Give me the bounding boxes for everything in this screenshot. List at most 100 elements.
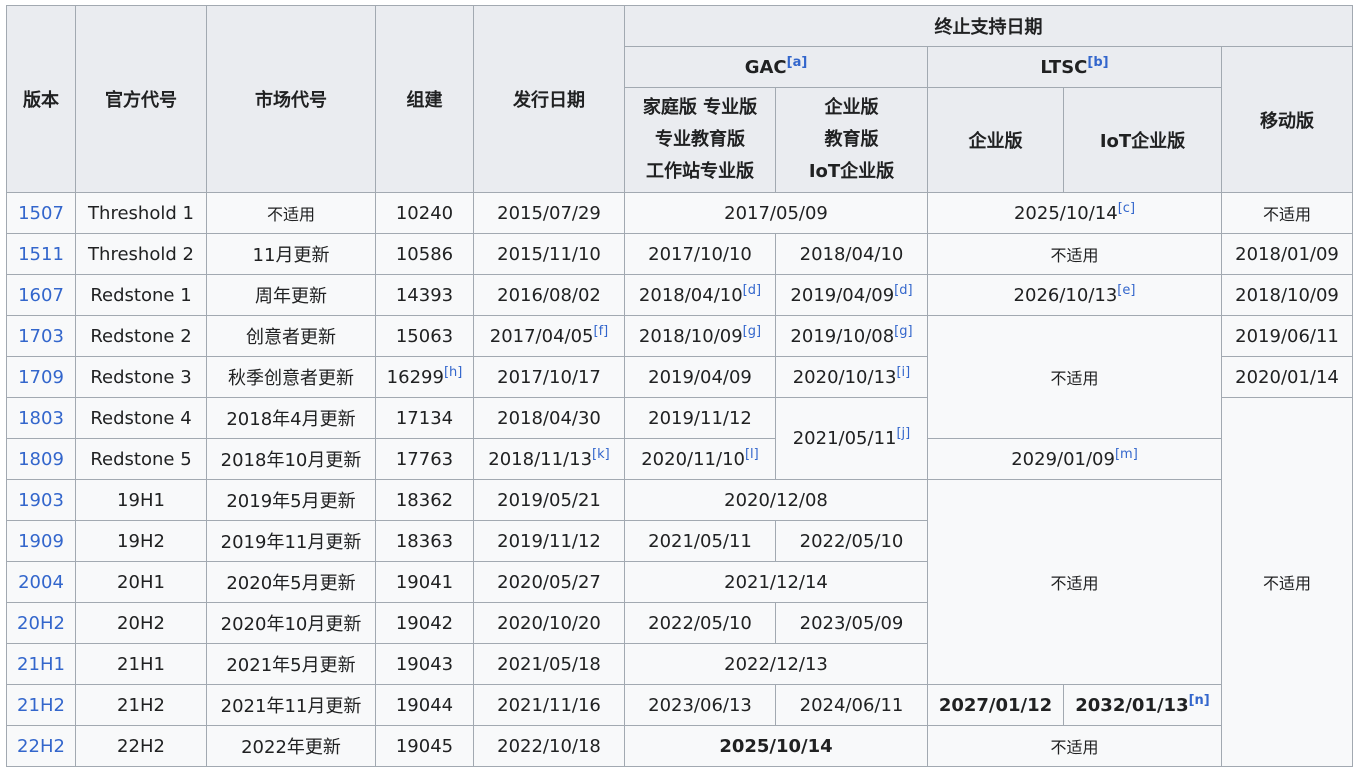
version-link[interactable]: 1709 (6, 356, 76, 398)
table-row: 1607 Redstone 1 周年更新 14393 2016/08/02 20… (6, 274, 1354, 316)
marketing-cell: 2018年10月更新 (206, 438, 376, 480)
version-link[interactable]: 1809 (6, 438, 76, 480)
ltsc-date-cell: 不适用 (927, 315, 1222, 439)
codename-cell: 20H1 (75, 561, 207, 603)
release-cell: 2021/11/16 (473, 684, 625, 726)
col-gac: GAC[a] (624, 46, 928, 88)
col-release: 发行日期 (473, 5, 625, 193)
gac-home-date-cell: 2021/05/11 (624, 520, 776, 562)
mobile-date-cell: 2019/06/11 (1220, 315, 1354, 357)
mobile-date-cell: 不适用 (1220, 192, 1354, 234)
codename-cell: Threshold 1 (75, 192, 207, 234)
footnote-j[interactable]: [j] (896, 426, 910, 441)
version-link[interactable]: 1607 (6, 274, 76, 316)
version-link[interactable]: 1903 (6, 479, 76, 521)
build-cell: 19044 (375, 684, 474, 726)
version-link[interactable]: 22H2 (6, 725, 76, 767)
version-link[interactable]: 1511 (6, 233, 76, 275)
marketing-cell: 周年更新 (206, 274, 376, 316)
col-ltsc-enterprise: 企业版 (927, 87, 1064, 193)
gac-home-date-cell: 2018/04/10[d] (624, 274, 776, 316)
codename-cell: Threshold 2 (75, 233, 207, 275)
footnote-f[interactable]: [f] (594, 324, 609, 339)
table-row: 22H2 22H2 2022年更新 19045 2022/10/18 2025/… (6, 725, 1353, 767)
build-cell: 19045 (375, 725, 474, 767)
marketing-cell: 2020年5月更新 (206, 561, 376, 603)
col-end-of-support: 终止支持日期 (623, 5, 1354, 47)
footnote-b[interactable]: [b] (1087, 55, 1108, 70)
footnote-e[interactable]: [e] (1117, 283, 1135, 298)
version-link[interactable]: 1909 (6, 520, 76, 562)
ltsc-enterprise-date-cell: 2027/01/12 (927, 684, 1064, 726)
marketing-cell: 创意者更新 (206, 315, 376, 357)
build-cell: 10586 (375, 233, 474, 275)
gac-home-date-cell: 2019/04/09 (624, 356, 776, 398)
release-cell: 2019/11/12 (473, 520, 625, 562)
gac-home-date-cell: 2019/11/12 (624, 397, 776, 439)
release-cell: 2015/07/29 (473, 192, 625, 234)
table-row: 1703 Redstone 2 创意者更新 15063 2017/04/05[f… (6, 315, 1354, 439)
ltsc-date-cell: 不适用 (927, 479, 1222, 685)
footnote-k[interactable]: [k] (592, 447, 610, 462)
support-table: 版本 官方代号 市场代号 组建 发行日期 终止支持日期 GAC[a] LTSC[… (6, 5, 1354, 767)
table-row: 1511 Threshold 2 11月更新 10586 2015/11/10 … (6, 233, 1354, 275)
footnote-c[interactable]: [c] (1118, 201, 1135, 216)
col-mobile: 移动版 (1220, 46, 1354, 193)
version-link[interactable]: 1703 (6, 315, 76, 357)
mobile-date-cell: 不适用 (1220, 397, 1354, 767)
ltsc-date-cell: 2029/01/09[m] (927, 438, 1222, 480)
marketing-cell: 2021年11月更新 (206, 684, 376, 726)
release-cell: 2020/05/27 (473, 561, 625, 603)
release-cell: 2017/10/17 (473, 356, 625, 398)
footnote-n[interactable]: [n] (1189, 693, 1210, 708)
mobile-date-cell: 2018/01/09 (1220, 233, 1354, 275)
marketing-cell: 秋季创意者更新 (206, 356, 376, 398)
gac-enterprise-date-cell: 2018/04/10 (775, 233, 928, 275)
ltsc-date-cell: 不适用 (927, 233, 1222, 275)
build-cell: 14393 (375, 274, 474, 316)
footnote-g[interactable]: [g] (894, 324, 912, 339)
gac-enterprise-date-cell: 2024/06/11 (775, 684, 928, 726)
version-link[interactable]: 21H1 (6, 643, 76, 685)
version-link[interactable]: 21H2 (6, 684, 76, 726)
version-link[interactable]: 1803 (6, 397, 76, 439)
col-gac-enterprise: 企业版 教育版 IoT企业版 (775, 87, 928, 193)
gac-enterprise-date-cell: 2022/05/10 (775, 520, 928, 562)
codename-cell: Redstone 2 (75, 315, 207, 357)
codename-cell: 21H2 (75, 684, 207, 726)
footnote-m[interactable]: [m] (1115, 447, 1138, 462)
ltsc-date-cell: 2025/10/14[c] (927, 192, 1222, 234)
table-row: 1507 Threshold 1 不适用 10240 2015/07/29 20… (6, 192, 1354, 234)
footnote-h[interactable]: [h] (444, 365, 462, 380)
build-cell: 18362 (375, 479, 474, 521)
version-link[interactable]: 1507 (6, 192, 76, 234)
version-link[interactable]: 20H2 (6, 602, 76, 644)
footnote-d[interactable]: [d] (743, 283, 761, 298)
footnote-a[interactable]: [a] (787, 55, 808, 70)
footnote-l[interactable]: [l] (745, 447, 759, 462)
build-cell: 10240 (375, 192, 474, 234)
build-cell: 18363 (375, 520, 474, 562)
gac-enterprise-date-cell: 2021/05/11[j] (775, 397, 928, 480)
version-link[interactable]: 2004 (6, 561, 76, 603)
table-row: 1809 Redstone 5 2018年10月更新 17763 2018/11… (6, 438, 1353, 480)
footnote-i[interactable]: [i] (896, 365, 910, 380)
build-cell: 19042 (375, 602, 474, 644)
gac-date-cell: 2021/12/14 (624, 561, 928, 603)
footnote-g[interactable]: [g] (743, 324, 761, 339)
mobile-date-cell: 2020/01/14 (1220, 356, 1354, 398)
gac-date-cell: 2020/12/08 (624, 479, 928, 521)
footnote-d[interactable]: [d] (894, 283, 912, 298)
release-cell: 2018/11/13[k] (473, 438, 625, 480)
release-cell: 2019/05/21 (473, 479, 625, 521)
ltsc-date-cell: 2026/10/13[e] (927, 274, 1222, 316)
codename-cell: 21H1 (75, 643, 207, 685)
ltsc-date-cell: 不适用 (927, 725, 1222, 767)
mobile-date-cell: 2018/10/09 (1220, 274, 1354, 316)
col-marketing: 市场代号 (206, 5, 376, 193)
gac-date-cell: 2017/05/09 (624, 192, 928, 234)
codename-cell: 20H2 (75, 602, 207, 644)
ltsc-iot-date-cell: 2032/01/13[n] (1063, 684, 1222, 726)
release-cell: 2015/11/10 (473, 233, 625, 275)
marketing-cell: 2019年5月更新 (206, 479, 376, 521)
